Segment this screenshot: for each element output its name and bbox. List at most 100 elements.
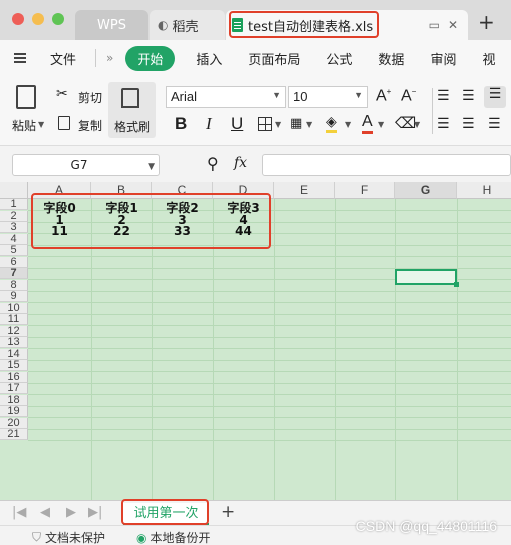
add-sheet-button[interactable]: + — [221, 502, 235, 522]
align-left-icon[interactable]: ☰ — [437, 116, 450, 132]
row-header[interactable]: 4 — [0, 233, 28, 245]
align-right-icon[interactable]: ☰ — [488, 116, 501, 132]
table-cell[interactable]: 22 — [91, 225, 152, 237]
zoom-search-icon[interactable]: ⚲ — [207, 154, 219, 173]
cell-style-icon[interactable]: ▦ — [290, 116, 302, 131]
font-size-select[interactable]: 10 ▼ — [288, 86, 368, 108]
row-header[interactable]: 6 — [0, 256, 28, 268]
tab-daoke[interactable]: ◐ 稻壳 — [150, 10, 225, 40]
column-header[interactable]: H — [457, 182, 511, 199]
column-header[interactable]: B — [91, 182, 152, 199]
formula-input[interactable] — [262, 154, 511, 176]
borders-icon[interactable] — [258, 117, 272, 131]
italic-button[interactable]: I — [206, 114, 212, 134]
align-top-icon[interactable]: ☰ — [437, 88, 450, 104]
borders-dropdown-icon[interactable]: ▼ — [275, 120, 281, 129]
decrease-font-icon[interactable]: A− — [401, 87, 416, 105]
spreadsheet-grid[interactable]: A B C D E F G H 1 2 3 4 5 6 7 8 9 10 11 12 13 14 15 16 17 18 19 20 2… — [0, 182, 511, 500]
table-cell[interactable]: 11 — [28, 225, 91, 237]
menu-page-layout[interactable]: 页面布局 — [235, 49, 313, 68]
font-color-dropdown-icon[interactable]: ▼ — [378, 120, 384, 129]
row-header[interactable]: 13 — [0, 337, 28, 348]
bold-button[interactable]: B — [175, 114, 187, 134]
close-tab-icon[interactable]: ✕ — [448, 18, 458, 32]
selected-cell[interactable] — [395, 269, 457, 285]
align-bottom-icon[interactable]: ☰ — [484, 86, 506, 108]
row-header[interactable]: 8 — [0, 279, 28, 291]
underline-button[interactable]: U — [231, 114, 243, 134]
window-mode-icon[interactable]: ▭ — [429, 18, 440, 32]
select-all-corner[interactable] — [0, 182, 28, 199]
local-backup-status[interactable]: ◉ 本地备份开 — [136, 529, 211, 545]
cut-icon[interactable]: ✂ — [56, 86, 68, 102]
row-header[interactable]: 1 — [0, 199, 28, 210]
row-header[interactable]: 16 — [0, 371, 28, 383]
fill-color-dropdown-icon[interactable]: ▼ — [345, 120, 351, 129]
column-header[interactable]: E — [274, 182, 335, 199]
eraser-dropdown-icon[interactable]: ▼ — [414, 120, 420, 129]
paste-button[interactable]: 粘贴 — [12, 117, 36, 134]
column-header[interactable]: G — [395, 182, 457, 199]
menu-insert[interactable]: 插入 — [183, 49, 235, 68]
row-header[interactable]: 3 — [0, 222, 28, 233]
format-painter-button[interactable]: 格式刷 — [114, 118, 150, 135]
column-header[interactable]: F — [335, 182, 395, 199]
row-header[interactable]: 19 — [0, 406, 28, 417]
sheet-tab[interactable]: 试用第一次 — [123, 503, 209, 525]
row-header[interactable]: 9 — [0, 291, 28, 302]
column-header[interactable]: C — [152, 182, 213, 199]
row-header[interactable]: 17 — [0, 383, 28, 394]
column-header[interactable]: D — [213, 182, 274, 199]
font-color-button[interactable]: A — [362, 113, 373, 134]
close-window-button[interactable] — [12, 13, 24, 25]
paste-dropdown-icon[interactable]: ▼ — [38, 120, 44, 129]
row-header[interactable]: 12 — [0, 325, 28, 337]
document-protection-status[interactable]: ⛉ 文档未保护 — [32, 529, 105, 545]
row-header[interactable]: 7 — [0, 268, 28, 279]
table-cell[interactable]: 33 — [152, 225, 213, 237]
fx-label[interactable]: fx — [234, 155, 247, 171]
copy-button[interactable]: 复制 — [78, 117, 102, 134]
name-box[interactable]: G7 ▼ — [12, 154, 160, 176]
row-header[interactable]: 21 — [0, 429, 28, 440]
row-header[interactable]: 10 — [0, 302, 28, 314]
menu-icon[interactable] — [14, 53, 26, 63]
cut-button[interactable]: 剪切 — [78, 89, 102, 106]
first-sheet-icon[interactable]: |◀ — [12, 505, 26, 520]
row-header[interactable]: 20 — [0, 417, 28, 429]
paste-icon[interactable] — [16, 85, 36, 109]
align-center-icon[interactable]: ☰ — [462, 116, 475, 132]
new-tab-button[interactable]: + — [478, 10, 495, 34]
copy-icon[interactable] — [58, 116, 70, 130]
row-header[interactable]: 5 — [0, 245, 28, 256]
row-header[interactable]: 15 — [0, 360, 28, 371]
menu-file[interactable]: 文件 — [36, 49, 89, 68]
row-header[interactable]: 2 — [0, 210, 28, 222]
menu-view[interactable]: 视 — [469, 49, 508, 68]
last-sheet-icon[interactable]: ▶| — [88, 505, 102, 520]
font-name-select[interactable]: Arial ▼ — [166, 86, 286, 108]
row-header[interactable]: 11 — [0, 314, 28, 325]
menu-home[interactable]: 开始 — [125, 45, 176, 71]
increase-font-icon[interactable]: A+ — [376, 87, 391, 105]
row-header[interactable]: 14 — [0, 348, 28, 360]
more-chevron-icon[interactable]: » — [106, 51, 113, 65]
fill-handle[interactable] — [454, 281, 459, 287]
tab-wps[interactable]: WPS — [75, 10, 148, 40]
menu-formulas[interactable]: 公式 — [313, 49, 365, 68]
column-header[interactable]: A — [28, 182, 91, 199]
cell-style-dropdown-icon[interactable]: ▼ — [306, 120, 312, 129]
watermark: CSDN @qq_44801116 — [355, 518, 497, 534]
prev-sheet-icon[interactable]: ◀ — [40, 505, 50, 520]
align-middle-icon[interactable]: ☰ — [462, 88, 475, 104]
maximize-window-button[interactable] — [52, 13, 64, 25]
menu-data[interactable]: 数据 — [365, 49, 417, 68]
row-header[interactable]: 18 — [0, 394, 28, 406]
next-sheet-icon[interactable]: ▶ — [66, 505, 76, 520]
table-cell[interactable]: 44 — [213, 225, 274, 237]
menu-review[interactable]: 审阅 — [417, 49, 469, 68]
minimize-window-button[interactable] — [32, 13, 44, 25]
format-painter-icon[interactable] — [121, 88, 139, 108]
fill-color-icon[interactable]: ◈ — [326, 114, 337, 133]
tab-document[interactable]: test自动创建表格.xls ▭ ✕ — [226, 10, 468, 40]
